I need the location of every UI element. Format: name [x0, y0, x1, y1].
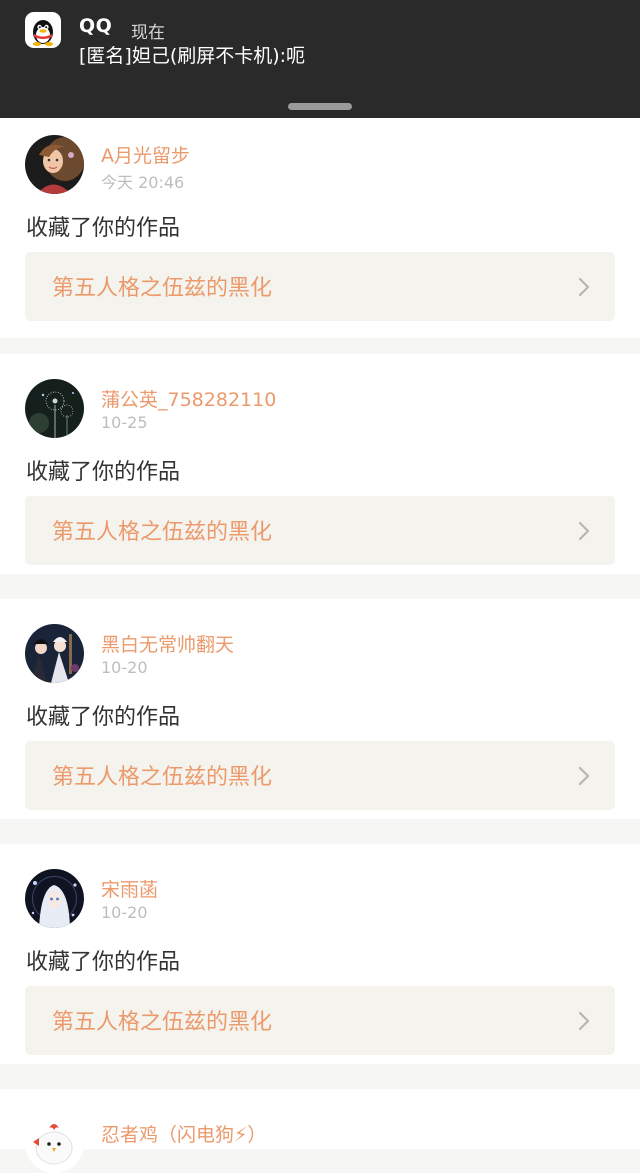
username[interactable]: 宋雨菡 [101, 875, 158, 902]
notification-app-name: QQ [79, 15, 113, 37]
chevron-right-icon [578, 521, 590, 541]
activity-date: 10-20 [101, 658, 148, 677]
activity-date: 10-20 [101, 903, 148, 922]
username[interactable]: 黑白无常帅翻天 [101, 630, 234, 657]
work-link[interactable]: 第五人格之伍兹的黑化 [25, 496, 615, 565]
feed-card: 宋雨菡 10-20 收藏了你的作品 第五人格之伍兹的黑化 [0, 844, 640, 1064]
username[interactable]: A月光留步 [101, 141, 190, 168]
user-avatar[interactable] [25, 624, 84, 683]
notification-message: [匿名]妲己(刷屏不卡机):呃 [79, 45, 306, 67]
activity-text: 收藏了你的作品 [26, 705, 181, 730]
work-link[interactable]: 第五人格之伍兹的黑化 [25, 252, 615, 321]
work-link[interactable]: 第五人格之伍兹的黑化 [25, 986, 615, 1055]
user-avatar[interactable] [25, 869, 84, 928]
work-title: 第五人格之伍兹的黑化 [52, 1010, 273, 1035]
user-avatar[interactable] [25, 1114, 84, 1173]
activity-date: 今天 20:46 [101, 173, 185, 192]
notification-drag-handle[interactable] [288, 103, 352, 110]
work-title: 第五人格之伍兹的黑化 [52, 765, 273, 790]
username[interactable]: 忍者鸡（闪电狗⚡） [101, 1120, 266, 1147]
work-title: 第五人格之伍兹的黑化 [52, 276, 273, 301]
activity-date: 10-25 [101, 413, 148, 432]
work-link[interactable]: 第五人格之伍兹的黑化 [25, 741, 615, 810]
feed-card: 黑白无常帅翻天 10-20 收藏了你的作品 第五人格之伍兹的黑化 [0, 599, 640, 819]
qq-notification-banner[interactable]: QQ 现在 [匿名]妲己(刷屏不卡机):呃 [0, 0, 640, 118]
work-title: 第五人格之伍兹的黑化 [52, 520, 273, 545]
feed-card: A月光留步 今天 20:46 收藏了你的作品 第五人格之伍兹的黑化 [0, 118, 640, 338]
notification-time: 现在 [131, 23, 165, 43]
chevron-right-icon [578, 766, 590, 786]
chevron-right-icon [578, 277, 590, 297]
username[interactable]: 蒲公英_758282110 [101, 385, 276, 412]
activity-text: 收藏了你的作品 [26, 950, 181, 975]
feed-card: 忍者鸡（闪电狗⚡） [0, 1089, 640, 1173]
user-avatar[interactable] [25, 135, 84, 194]
user-avatar[interactable] [25, 379, 84, 438]
activity-text: 收藏了你的作品 [26, 460, 181, 485]
activity-text: 收藏了你的作品 [26, 216, 181, 241]
chevron-right-icon [578, 1011, 590, 1031]
qq-penguin-icon [25, 12, 61, 48]
feed-card: 蒲公英_758282110 10-25 收藏了你的作品 第五人格之伍兹的黑化 [0, 354, 640, 574]
